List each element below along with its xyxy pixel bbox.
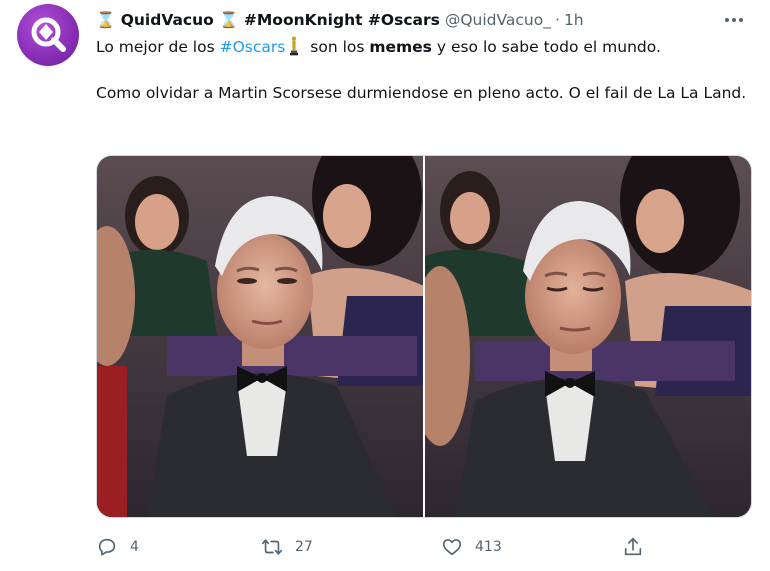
text-segment: Lo mejor de los xyxy=(96,38,220,56)
user-handle[interactable]: @QuidVacuo_ xyxy=(445,11,551,29)
retweet-icon xyxy=(262,539,282,555)
photo-scorsese-left[interactable] xyxy=(97,156,423,517)
like-count: 413 xyxy=(475,539,502,555)
tweet-actions: 4 27 413 xyxy=(96,536,656,562)
share-button[interactable] xyxy=(622,536,644,558)
avatar[interactable] xyxy=(17,4,79,66)
bold-word: memes xyxy=(369,38,432,56)
retweet-button[interactable]: 27 xyxy=(261,536,313,558)
photo-scorsese-right[interactable] xyxy=(425,156,751,517)
more-options-icon[interactable] xyxy=(722,10,746,30)
tweet-line-2: Como olvidar a Martin Scorsese durmiendo… xyxy=(96,84,747,102)
share-icon xyxy=(624,537,642,556)
tweet-text: Lo mejor de los #Oscars son los memes y … xyxy=(96,36,756,105)
hashtag-link[interactable]: #Oscars xyxy=(220,38,286,56)
media-grid xyxy=(96,155,752,518)
separator-dot: · xyxy=(555,11,560,29)
like-button[interactable]: 413 xyxy=(441,536,502,558)
reply-icon xyxy=(98,538,116,556)
heart-icon xyxy=(442,539,462,556)
tweet-header: ⌛ QuidVacuo ⌛ #MoonKnight #Oscars @QuidV… xyxy=(96,8,750,32)
text-segment: y eso lo sabe todo el mundo. xyxy=(431,38,661,56)
photo-image xyxy=(97,156,423,517)
text-segment: son los xyxy=(305,38,370,56)
magnifier-logo-icon xyxy=(31,17,66,52)
retweet-count: 27 xyxy=(295,539,313,555)
timestamp[interactable]: 1h xyxy=(564,11,584,29)
reply-count: 4 xyxy=(130,539,139,555)
oscar-statuette-icon xyxy=(290,36,299,56)
reply-button[interactable]: 4 xyxy=(96,536,139,558)
display-name[interactable]: ⌛ QuidVacuo ⌛ #MoonKnight #Oscars xyxy=(96,11,440,29)
photo-image xyxy=(425,156,751,517)
tweet-line-1: Lo mejor de los #Oscars son los memes y … xyxy=(96,36,756,59)
